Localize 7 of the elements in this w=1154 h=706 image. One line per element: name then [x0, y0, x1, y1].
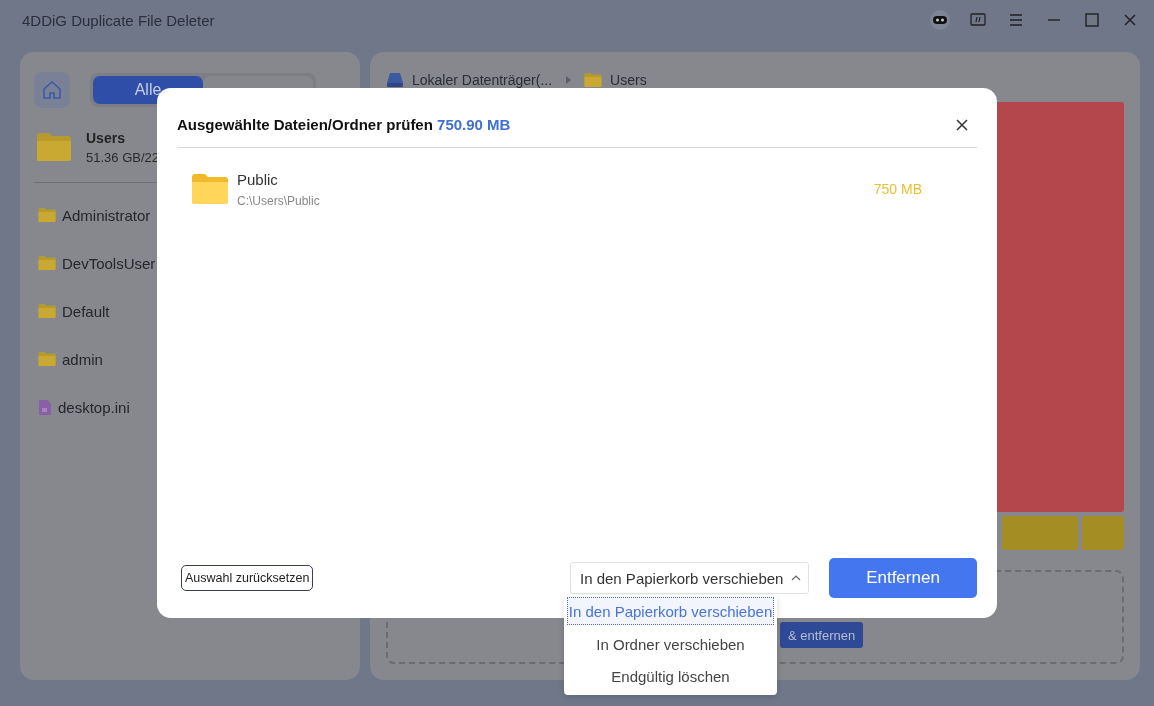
folder-size: 51.36 GB/22 — [86, 149, 159, 165]
file-size: 750 MB — [873, 181, 922, 197]
folder-name: Users — [86, 129, 126, 146]
dialog-title: Ausgewählte Dateien/Ordner prüfen 750.90 MB — [177, 115, 512, 133]
file-name: Public — [237, 170, 279, 188]
window-title: 4DDiG Duplicate File Deleter — [22, 11, 216, 29]
file-path: C:\Users\Public — [237, 193, 320, 208]
